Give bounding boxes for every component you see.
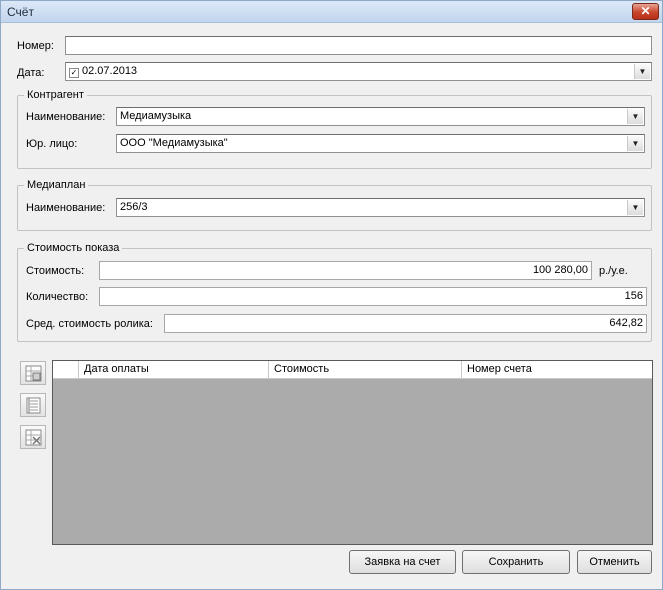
cost-group-title: Стоимость показа — [24, 242, 123, 254]
edit-row-button[interactable] — [20, 393, 46, 417]
counterparty-name-select[interactable]: Медиамузыка ▼ — [116, 107, 645, 126]
invoice-window: Счёт ✕ Номер: Дата: ✓ 02.07.2013 ▼ Контра… — [0, 0, 663, 590]
chevron-down-icon[interactable]: ▼ — [634, 64, 650, 79]
mediaplan-name-select[interactable]: 256/3 ▼ — [116, 198, 645, 217]
legal-entity-select[interactable]: ООО "Медиамузыка" ▼ — [116, 134, 645, 153]
window-title: Счёт — [7, 5, 34, 19]
cost-label: Стоимость: — [26, 265, 85, 277]
delete-row-button[interactable] — [20, 425, 46, 449]
save-button[interactable]: Сохранить — [462, 550, 570, 574]
legal-entity-value: ООО "Медиамузыка" — [120, 137, 228, 149]
add-row-button[interactable] — [20, 361, 46, 385]
avg-cost-label: Сред. стоимость ролика: — [26, 318, 153, 330]
date-label: Дата: — [17, 67, 45, 79]
row-selector-header — [53, 361, 79, 379]
counterparty-name-label: Наименование: — [26, 111, 106, 123]
number-input[interactable] — [65, 36, 652, 55]
date-value: 02.07.2013 — [82, 65, 138, 77]
avg-cost-input[interactable]: 642,82 — [164, 314, 647, 333]
column-header-payment-date[interactable]: Дата оплаты — [79, 361, 269, 379]
date-checkbox[interactable]: ✓ — [69, 68, 79, 78]
edit-row-icon — [26, 397, 41, 414]
quantity-input[interactable]: 156 — [99, 287, 647, 306]
invoice-request-button[interactable]: Заявка на счет — [349, 550, 456, 574]
chevron-down-icon[interactable]: ▼ — [627, 200, 643, 215]
chevron-down-icon[interactable]: ▼ — [627, 109, 643, 124]
currency-label: р./у.е. — [599, 265, 628, 277]
mediaplan-name-label: Наименование: — [26, 202, 106, 214]
chevron-down-icon[interactable]: ▼ — [627, 136, 643, 151]
close-button[interactable]: ✕ — [632, 3, 659, 20]
counterparty-name-value: Медиамузыка — [120, 110, 192, 122]
number-label: Номер: — [17, 40, 54, 52]
counterparty-group-title: Контрагент — [24, 89, 87, 101]
add-row-icon — [25, 365, 42, 382]
mediaplan-name-value: 256/3 — [120, 201, 148, 213]
cancel-button[interactable]: Отменить — [577, 550, 652, 574]
legal-entity-label: Юр. лицо: — [26, 138, 78, 150]
payments-table[interactable]: Дата оплаты Стоимость Номер счета — [52, 360, 653, 545]
date-picker[interactable]: ✓ 02.07.2013 ▼ — [65, 62, 652, 81]
title-bar: Счёт ✕ — [1, 1, 662, 23]
mediaplan-group-title: Медиаплан — [24, 179, 89, 191]
column-header-invoice-number[interactable]: Номер счета — [462, 361, 652, 379]
delete-row-icon — [25, 429, 42, 446]
cost-input[interactable]: 100 280,00 — [99, 261, 592, 280]
table-header: Дата оплаты Стоимость Номер счета — [53, 361, 652, 379]
column-header-cost[interactable]: Стоимость — [269, 361, 462, 379]
quantity-label: Количество: — [26, 291, 89, 303]
